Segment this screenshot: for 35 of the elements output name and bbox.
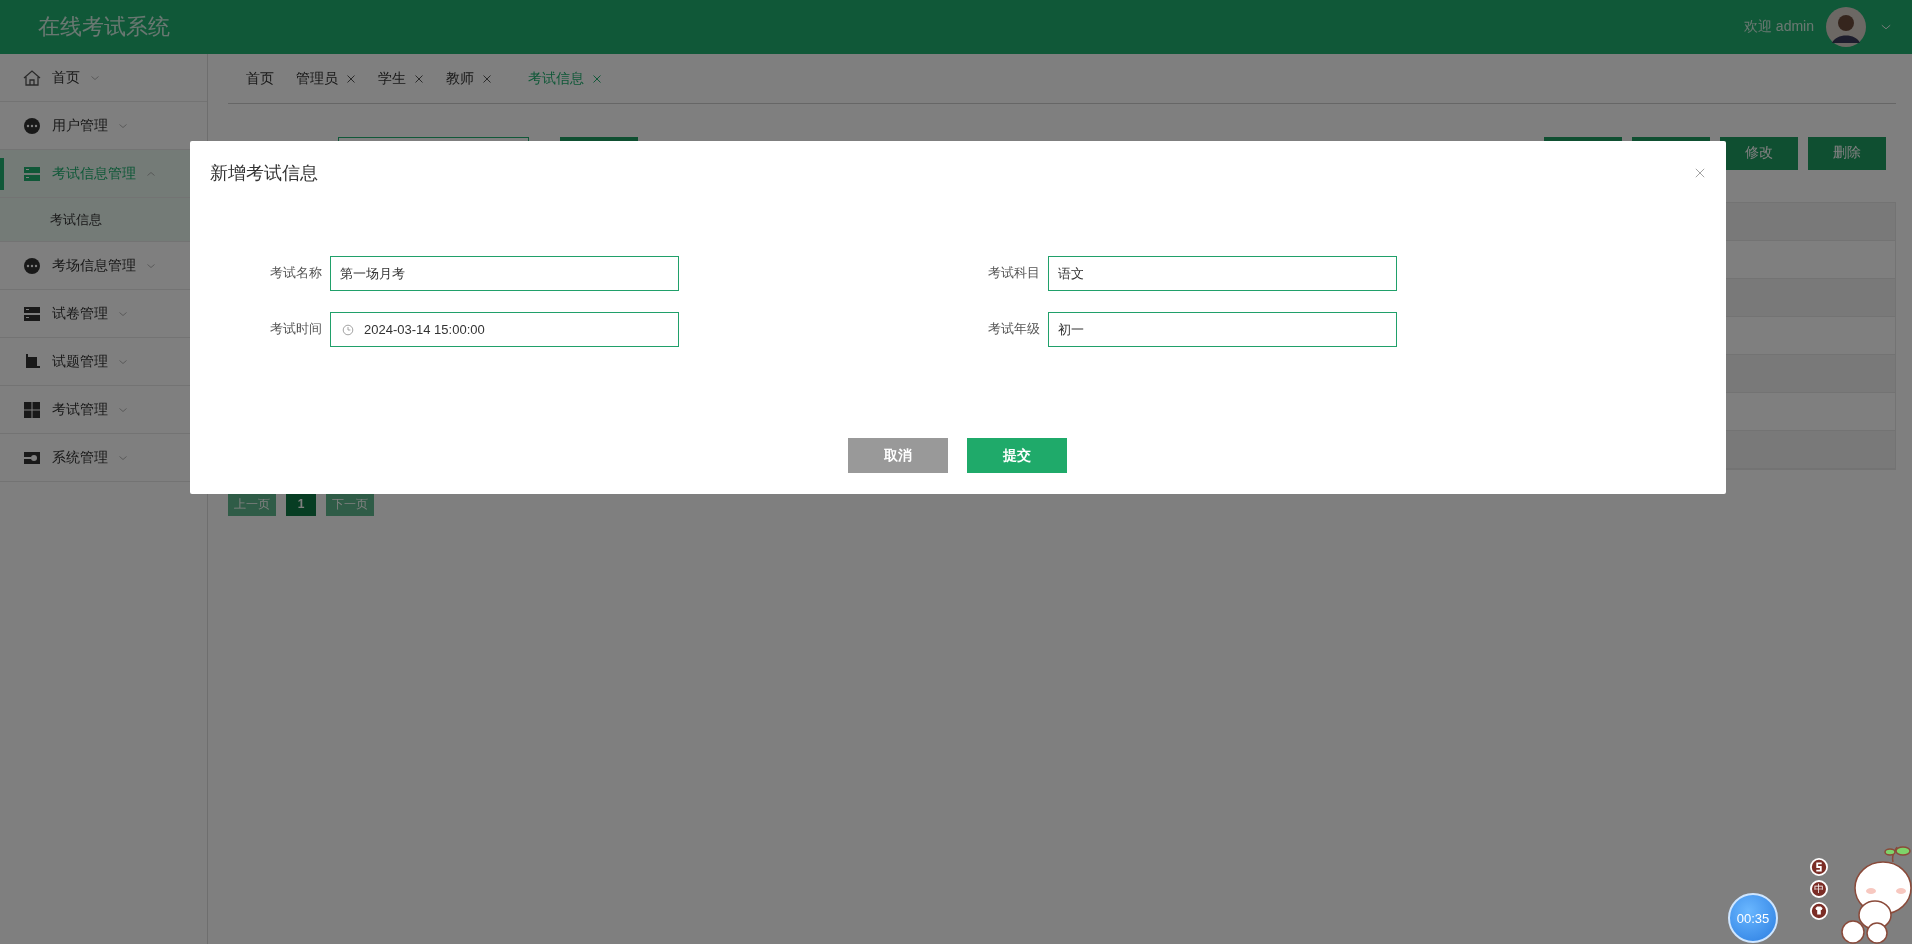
dots-circle-icon [22, 255, 42, 276]
toolbar-button[interactable]: 删除 [1808, 136, 1886, 170]
input-mode-indicator[interactable]: 中 [1810, 880, 1828, 898]
close-icon [414, 73, 424, 84]
close-icon[interactable] [1694, 167, 1706, 179]
tab[interactable]: 教师 [446, 69, 492, 88]
tab[interactable]: 首页 [246, 69, 274, 88]
grid-icon [22, 399, 42, 420]
input-method-icon [1810, 858, 1828, 876]
close-icon [346, 73, 356, 84]
dots-circle-icon [22, 115, 42, 136]
page-number[interactable]: 1 [286, 492, 316, 516]
close-icon [482, 73, 492, 84]
avatar-icon [1826, 7, 1866, 47]
toolbar-button[interactable]: 修改 [1720, 136, 1798, 170]
clock-icon [342, 324, 354, 336]
cancel-button[interactable]: 取消 [847, 438, 948, 473]
dialog-title: 新增考试信息 [210, 162, 319, 185]
field-label: 考试科目 [987, 264, 1040, 282]
sidebar-item[interactable]: 首页 [0, 54, 207, 102]
submit-button[interactable]: 提交 [966, 438, 1067, 473]
close-icon [592, 73, 602, 84]
field-label: 考试时间 [269, 320, 322, 338]
timer-badge: 00:35 [1728, 893, 1778, 943]
user-greeting: 欢迎 admin [1743, 18, 1814, 36]
shirt-icon [1810, 902, 1828, 920]
field-label: 考试名称 [269, 264, 322, 282]
field-label: 考试年级 [987, 320, 1040, 338]
input-field[interactable]: 第一场月考 [330, 256, 679, 291]
tab[interactable]: 管理员 [296, 69, 356, 88]
app-title: 在线考试系统 [38, 13, 171, 41]
input-field[interactable]: 语文 [1048, 256, 1397, 291]
input-field[interactable]: 初一 [1048, 312, 1397, 347]
tab[interactable]: 学生 [378, 69, 424, 88]
input-field[interactable]: 2024-03-14 15:00:00 [330, 312, 679, 347]
